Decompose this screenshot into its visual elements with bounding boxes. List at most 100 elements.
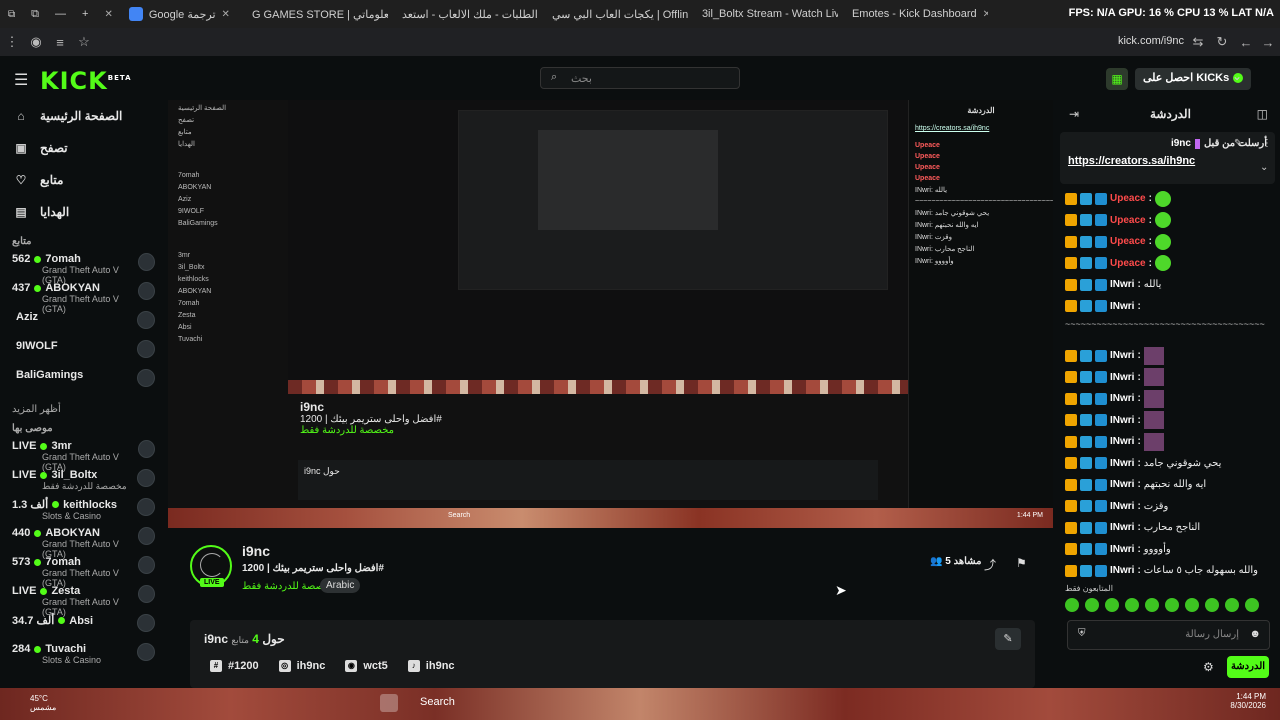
hamburger-icon[interactable]: ☰ (14, 70, 28, 90)
mod-badge-icon (1095, 435, 1107, 448)
chat-message[interactable]: Upeace: (1065, 188, 1270, 210)
sidebar-nav-item[interactable]: ♡ متابع (0, 164, 165, 196)
social-link[interactable]: # #1200 (210, 660, 259, 672)
nested-sidebar-line: تصفح (178, 117, 195, 124)
chat-message[interactable]: INwri: (1065, 388, 1270, 410)
kicks-wallet-icon[interactable]: ▦ (1106, 68, 1128, 90)
window-icon[interactable]: ⧉ (0, 0, 23, 28)
user-menu-icon[interactable]: ⌄ (1232, 69, 1242, 83)
browser-tab[interactable]: الطلبات - ملك الالعاب - استعد✕ (388, 0, 538, 28)
taskbar-apps[interactable] (380, 694, 398, 712)
settings-icon[interactable]: ≡ (48, 35, 72, 50)
profile-icon[interactable]: ◉ (24, 34, 48, 50)
emote-bar[interactable] (1065, 598, 1259, 612)
chat-message[interactable]: INwri: والله بسهوله جاب ٥ ساعات (1065, 560, 1270, 582)
chat-message[interactable]: Upeace: (1065, 231, 1270, 253)
sub-badge-icon (1080, 500, 1092, 513)
collapse-chat-icon[interactable]: ⇥ (1069, 107, 1079, 121)
chat-message[interactable]: INwri: (1065, 296, 1270, 318)
chat-message[interactable]: INwri: وأوووو (1065, 539, 1270, 561)
show-more-link[interactable]: أظهر المزيد (0, 404, 165, 415)
browser-tab[interactable]: 3il_Boltx Stream - Watch Live✕ (688, 0, 838, 28)
channel-item[interactable]: 573 7omah Grand Theft Auto V (GTA) (0, 554, 165, 588)
chat-message[interactable]: INwri: (1065, 345, 1270, 367)
minimize-button[interactable]: — (47, 0, 74, 28)
avatar (137, 614, 155, 632)
sidebar-nav-item[interactable]: ⌂ الصفحة الرئيسية (0, 100, 165, 132)
chat-message[interactable]: Upeace: (1065, 253, 1270, 275)
send-chat-button[interactable]: الدردشة (1227, 656, 1269, 678)
weather-widget[interactable]: 45°C مشمس (30, 694, 56, 712)
chat-input[interactable]: ⛨ إرسال رسالة ☻ (1067, 620, 1270, 650)
browser-tab[interactable]: Google ترجمة ✕ (121, 0, 238, 28)
live-dot-icon (34, 558, 42, 566)
channel-item[interactable]: BaliGamings (0, 367, 165, 396)
chat-message[interactable]: INwri: يحي شوقوني جامد (1065, 453, 1270, 475)
emote-icon (1154, 233, 1171, 250)
shield-icon[interactable]: ⛨ (1078, 628, 1086, 639)
reload-icon[interactable]: ↻ (1210, 34, 1234, 50)
chat-message[interactable]: INwri: (1065, 367, 1270, 389)
gift-icon: ▤ (15, 205, 27, 219)
chat-message[interactable]: Upeace: (1065, 210, 1270, 232)
channel-item[interactable]: 437 ABOKYAN Grand Theft Auto V (GTA) (0, 280, 165, 314)
video-player[interactable]: الصفحة الرئيسية تصفح متابع الهدايا 7omah… (168, 100, 1053, 528)
chevron-down-icon[interactable]: ⌄ (1260, 162, 1268, 173)
menu-dots-icon[interactable]: ⋮ (0, 34, 24, 50)
bookmark-star-icon[interactable]: ☆ (72, 34, 96, 50)
translate-icon[interactable]: ⇆ (1186, 34, 1210, 50)
new-tab-button[interactable]: + (74, 0, 96, 28)
url-text[interactable]: kick.com/i9nc (1118, 35, 1184, 47)
channel-item[interactable]: 1.3 ألف keithlocks Slots & Casino (0, 496, 165, 525)
channel-item[interactable]: 9IWOLF (0, 338, 165, 367)
sub-badge-icon (1080, 435, 1092, 448)
chat-message[interactable]: INwri: (1065, 431, 1270, 453)
social-link[interactable]: ◎ ih9nc (278, 660, 325, 672)
chat-message[interactable]: INwri: الناجح محارب (1065, 517, 1270, 539)
social-link[interactable]: ♪ ih9nc (407, 660, 455, 672)
channel-item[interactable]: LIVE 3il_Boltx مخصصة للدردشة فقط (0, 467, 165, 496)
browser-tab[interactable]: يكجات العاب البي سي | Offline✕ (538, 0, 688, 28)
channel-item[interactable]: 440 ABOKYAN Grand Theft Auto V (GTA) (0, 525, 165, 559)
chat-message[interactable]: INwri: (1065, 410, 1270, 432)
pin-icon[interactable]: ✎ (1234, 138, 1242, 149)
nested-chat: الدردشة https://creators.sa/ih9nc Upeace… (908, 100, 1053, 508)
taskbar-search[interactable]: Search (420, 696, 455, 708)
taskbar-clock[interactable]: 1:44 PM 8/30/2026 (1230, 692, 1266, 710)
language-tag[interactable]: Arabic (320, 578, 361, 593)
channel-item[interactable]: 34.7 ألف Absi (0, 612, 165, 641)
emoji-icon[interactable]: ☻ (1249, 628, 1261, 640)
browse-icon: ▣ (15, 141, 27, 155)
channel-item[interactable]: LIVE 3mr Grand Theft Auto V (GTA) (0, 438, 165, 472)
kick-logo[interactable]: KICKBETA (40, 67, 132, 95)
more-options-icon[interactable]: ⋮ (1262, 138, 1272, 149)
streamer-name[interactable]: i9nc (242, 543, 270, 559)
chat-message[interactable]: INwri: ايه والله نحبتهم (1065, 474, 1270, 496)
sub-badge-icon (1080, 278, 1092, 291)
chat-users-icon[interactable]: ◫ (1257, 107, 1268, 121)
search-input[interactable]: ⌕ بحث (540, 67, 740, 89)
report-icon[interactable]: ⚑ (1016, 556, 1027, 570)
live-dot-icon (34, 255, 42, 263)
chat-message[interactable]: INwri: وقزت (1065, 496, 1270, 518)
tab-close-icon[interactable]: ✕ (96, 0, 120, 28)
browser-tab[interactable]: G GAMES STORE | معلوماتي✕ (238, 0, 388, 28)
edit-icon[interactable]: ✎ (995, 628, 1021, 650)
browser-tab[interactable]: Emotes - Kick Dashboard ✕ (838, 0, 988, 28)
channel-item[interactable]: LIVE Zesta Grand Theft Auto V (GTA) (0, 583, 165, 617)
back-icon[interactable]: → (1256, 35, 1280, 50)
sidebar-nav-item[interactable]: ▣ تصفح (0, 132, 165, 164)
sidebar-nav-item[interactable]: ▤ الهدايا (0, 196, 165, 228)
chat-message[interactable]: INwri: يالله (1065, 274, 1270, 296)
social-link[interactable]: ◉ wct5 (345, 660, 388, 672)
tab-close-icon[interactable]: ✕ (222, 9, 230, 20)
sub-badge-icon (1080, 257, 1092, 270)
pinned-link[interactable]: https://creators.sa/ih9nc (1068, 155, 1267, 167)
channel-item[interactable]: 284 Tuvachi Slots & Casino (0, 641, 165, 670)
channel-item[interactable]: 562 7omah Grand Theft Auto V (GTA) (0, 251, 165, 285)
close-icon[interactable]: ⧉ (23, 0, 47, 28)
gear-icon[interactable]: ⚙ (1203, 660, 1214, 674)
forward-icon[interactable]: ← (1234, 35, 1258, 50)
share-icon[interactable]: ⤴ (984, 556, 996, 573)
tab-close-icon[interactable]: ✕ (983, 9, 988, 20)
